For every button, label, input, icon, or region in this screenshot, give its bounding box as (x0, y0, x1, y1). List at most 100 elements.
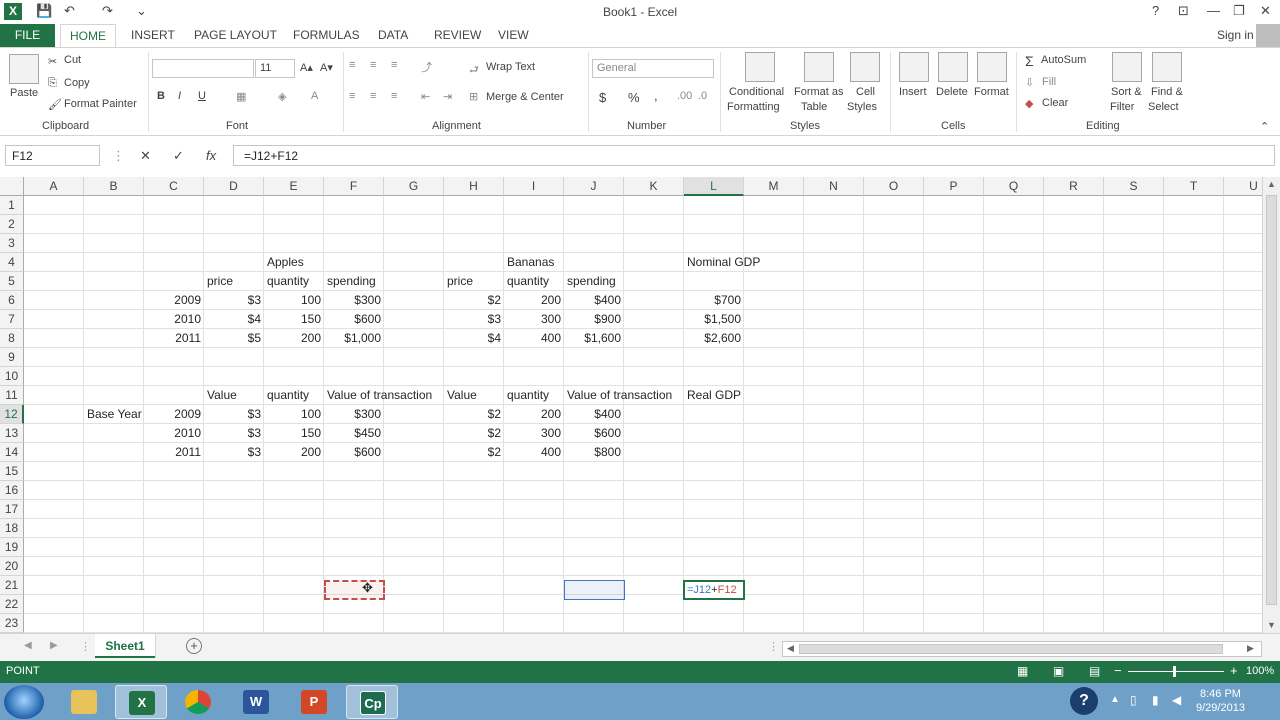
sheet-prev-icon[interactable]: ◀ (24, 640, 32, 651)
cell-d5[interactable]: price (204, 272, 236, 291)
taskbar-clock[interactable]: 8:46 PM 9/29/2013 (1196, 687, 1245, 715)
taskbar-excel[interactable]: X (115, 685, 167, 719)
cell-e13[interactable]: 150 (264, 424, 324, 443)
collapse-ribbon-icon[interactable]: ⌃ (1260, 120, 1269, 133)
row-header-20[interactable]: 20 (0, 557, 24, 576)
taskbar-powerpoint[interactable]: P (288, 685, 340, 719)
wrap-text-button[interactable]: Wrap Text (486, 61, 535, 73)
cell-e7[interactable]: 150 (264, 310, 324, 329)
cell-e14[interactable]: 200 (264, 443, 324, 462)
page-break-view-icon[interactable]: ▤ (1089, 664, 1100, 678)
cell-f12[interactable]: $300 (324, 405, 384, 424)
column-header-d[interactable]: D (204, 177, 264, 196)
column-header-h[interactable]: H (444, 177, 504, 196)
cell-c8[interactable]: 2011 (144, 329, 204, 348)
cell-f11[interactable]: Value of transaction (324, 386, 435, 405)
currency-button[interactable]: $ (599, 90, 606, 105)
conditional-formatting-button[interactable]: Conditional (729, 86, 784, 98)
format-painter-button[interactable]: Format Painter (64, 98, 137, 110)
cell-j7[interactable]: $900 (564, 310, 624, 329)
row-header-13[interactable]: 13 (0, 424, 24, 443)
cell-i14[interactable]: 400 (504, 443, 564, 462)
cell-i7[interactable]: 300 (504, 310, 564, 329)
percent-button[interactable]: % (628, 90, 640, 105)
cell-c14[interactable]: 2011 (144, 443, 204, 462)
zoom-slider[interactable] (1128, 671, 1224, 672)
cell-e5[interactable]: quantity (264, 272, 312, 291)
insert-button[interactable]: Insert (899, 86, 927, 98)
cell-f6[interactable]: $300 (324, 291, 384, 310)
cell-l11[interactable]: Real GDP (684, 386, 744, 405)
comma-button[interactable]: , (654, 88, 658, 103)
name-box[interactable]: F12 (5, 145, 100, 166)
format-button[interactable]: Format (974, 86, 1009, 98)
tab-view[interactable]: VIEW (498, 28, 529, 42)
font-name-combo[interactable] (152, 59, 254, 78)
cell-b12[interactable]: Base Year (84, 405, 145, 424)
row-header-9[interactable]: 9 (0, 348, 24, 367)
cell-l6[interactable]: $700 (684, 291, 744, 310)
fill-button[interactable]: Fill (1042, 76, 1056, 88)
italic-button[interactable]: I (178, 90, 181, 102)
column-header-s[interactable]: S (1104, 177, 1164, 196)
column-header-i[interactable]: I (504, 177, 564, 196)
column-header-p[interactable]: P (924, 177, 984, 196)
cell-c6[interactable]: 2009 (144, 291, 204, 310)
find-select-button[interactable]: Find & (1151, 86, 1183, 98)
enter-icon[interactable]: ✓ (173, 148, 184, 164)
cell-e12[interactable]: 100 (264, 405, 324, 424)
insert-function-icon[interactable]: fx (206, 148, 216, 163)
scroll-thumb[interactable] (1266, 195, 1277, 605)
row-header-2[interactable]: 2 (0, 215, 24, 234)
cell-e11[interactable]: quantity (264, 386, 312, 405)
tab-review[interactable]: REVIEW (434, 28, 481, 42)
underline-button[interactable]: U (198, 90, 206, 102)
grow-font-icon[interactable]: A▴ (300, 61, 313, 74)
sign-in-link[interactable]: Sign in (1217, 28, 1254, 42)
column-header-n[interactable]: N (804, 177, 864, 196)
cell-h12[interactable]: $2 (444, 405, 504, 424)
number-format-combo[interactable]: General (592, 59, 714, 78)
row-header-17[interactable]: 17 (0, 500, 24, 519)
cell-j8[interactable]: $1,600 (564, 329, 624, 348)
row-header-4[interactable]: 4 (0, 253, 24, 272)
cell-d11[interactable]: Value (204, 386, 240, 405)
row-header-1[interactable]: 1 (0, 196, 24, 215)
cell-f8[interactable]: $1,000 (324, 329, 384, 348)
cell-c12[interactable]: 2009 (144, 405, 204, 424)
cell-h7[interactable]: $3 (444, 310, 504, 329)
sort-filter-button[interactable]: Sort & (1111, 86, 1142, 98)
align-bottom-icon[interactable]: ≡ (391, 59, 397, 71)
row-header-6[interactable]: 6 (0, 291, 24, 310)
column-header-c[interactable]: C (144, 177, 204, 196)
taskbar-word[interactable]: W (230, 685, 282, 719)
row-header-12[interactable]: 12 (0, 405, 24, 424)
tab-file[interactable]: FILE (0, 24, 55, 47)
help-tray-icon[interactable]: ? (1070, 687, 1098, 715)
shrink-font-icon[interactable]: A▾ (320, 61, 333, 74)
clear-button[interactable]: Clear (1042, 97, 1068, 109)
format-as-table-button[interactable]: Format as (794, 86, 844, 98)
scroll-left-icon[interactable]: ◀ (787, 643, 794, 654)
active-cell-editor[interactable]: =J12+F12 (683, 580, 745, 600)
align-middle-icon[interactable]: ≡ (370, 59, 376, 71)
row-header-19[interactable]: 19 (0, 538, 24, 557)
column-header-b[interactable]: B (84, 177, 144, 196)
tab-formulas[interactable]: FORMULAS (293, 28, 360, 42)
network-tray-icon[interactable]: ▮ (1152, 693, 1159, 707)
cell-e4[interactable]: Apples (264, 253, 307, 272)
horizontal-scrollbar[interactable]: ◀ ▶ (782, 641, 1262, 657)
cell-l7[interactable]: $1,500 (684, 310, 744, 329)
borders-icon[interactable]: ▦ (236, 90, 246, 103)
row-header-23[interactable]: 23 (0, 614, 24, 633)
zoom-slider-thumb[interactable] (1173, 666, 1176, 677)
avatar[interactable] (1256, 24, 1280, 48)
scroll-down-icon[interactable]: ▼ (1267, 620, 1276, 630)
cell-d14[interactable]: $3 (204, 443, 264, 462)
font-size-combo[interactable]: 11 (255, 59, 295, 78)
column-header-k[interactable]: K (624, 177, 684, 196)
row-header-5[interactable]: 5 (0, 272, 24, 291)
new-sheet-button[interactable]: + (186, 638, 202, 654)
cell-c13[interactable]: 2010 (144, 424, 204, 443)
row-header-3[interactable]: 3 (0, 234, 24, 253)
